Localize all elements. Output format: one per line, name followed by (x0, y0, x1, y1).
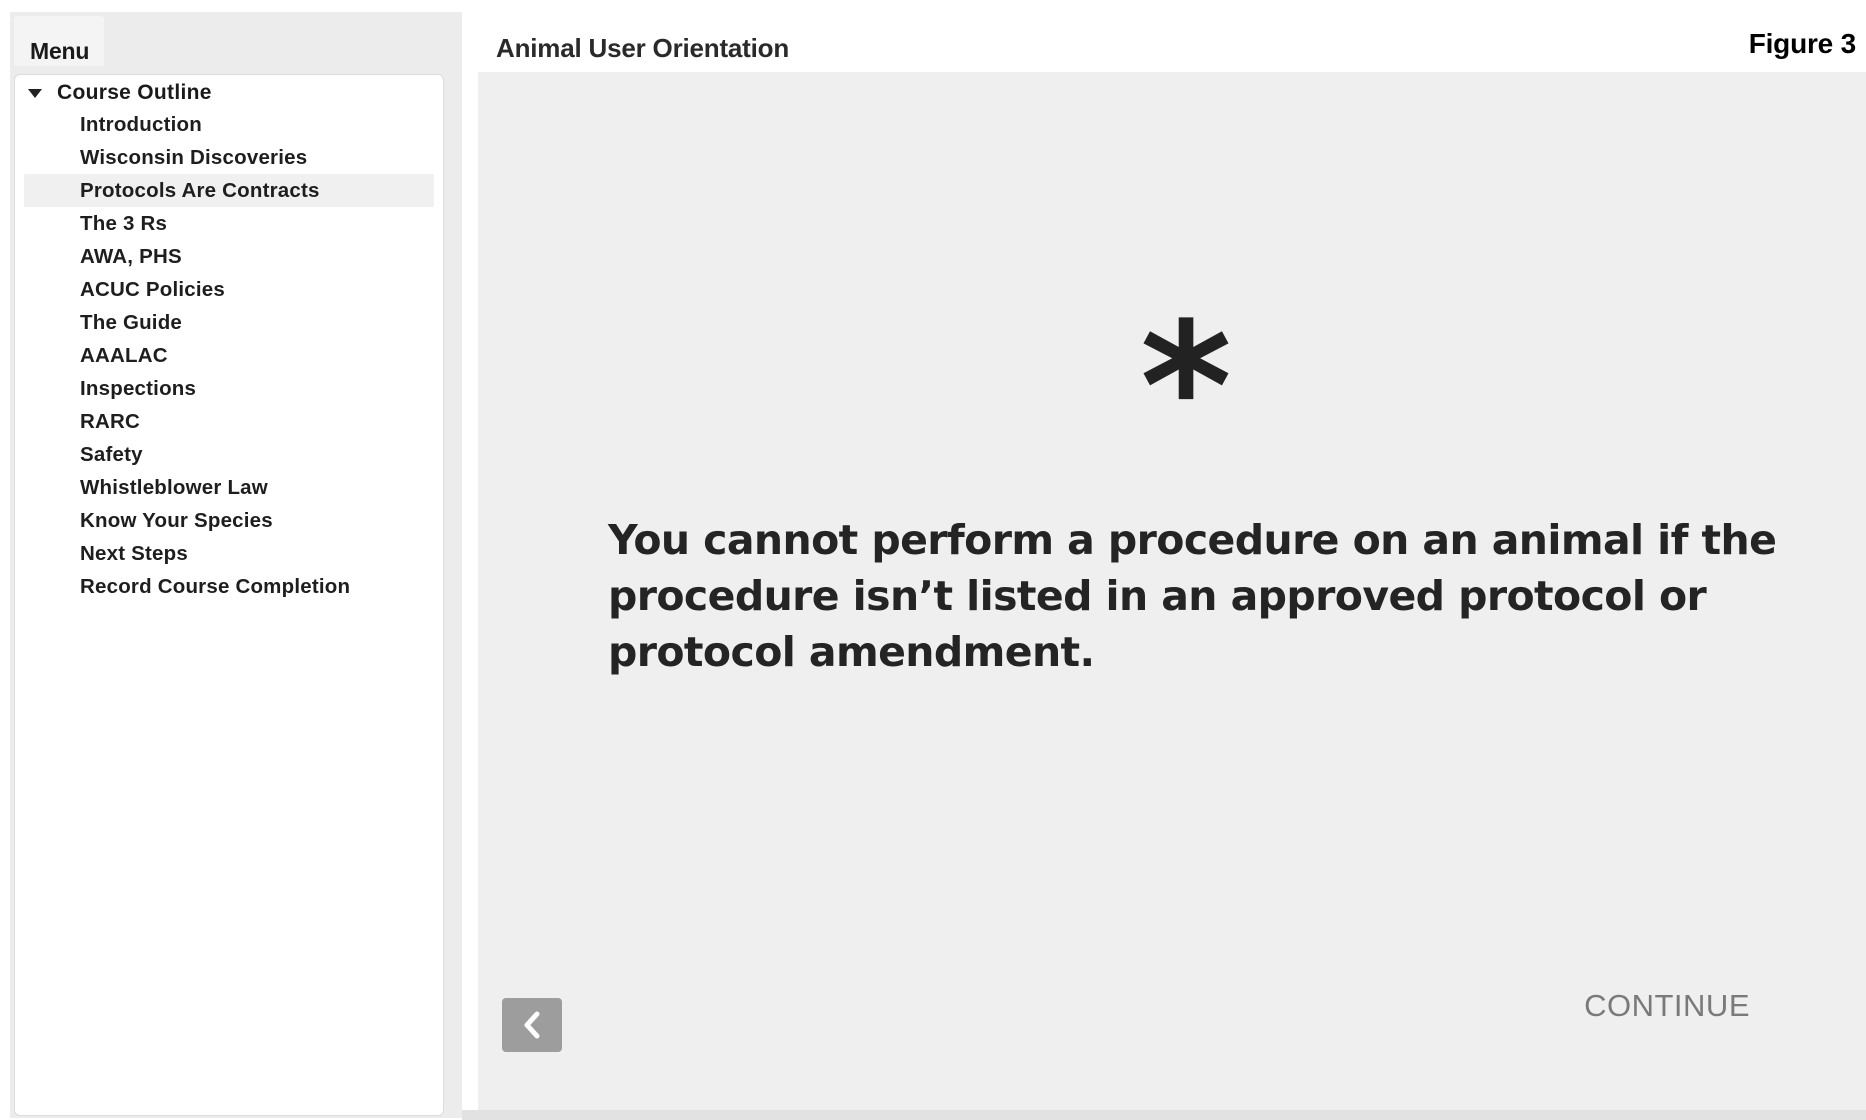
sidebar-item[interactable]: Next Steps (24, 537, 434, 570)
menu-tab-label: Menu (30, 38, 90, 64)
course-outline-toggle[interactable]: Course Outline (26, 78, 212, 108)
sidebar-item[interactable]: AAALAC (24, 339, 434, 372)
disclosure-triangle-icon[interactable] (28, 88, 42, 98)
figure-label: Figure 3 (1748, 28, 1857, 59)
sidebar-item[interactable]: The 3 Rs (24, 207, 434, 240)
course-title: Animal User Orientation (496, 33, 790, 63)
sidebar-item[interactable]: The Guide (24, 306, 434, 339)
course-outline-list: Introduction Wisconsin Discoveries Protoco… (24, 108, 434, 603)
sidebar-item[interactable]: Record Course Completion (24, 570, 434, 603)
sidebar-item[interactable]: RARC (24, 405, 434, 438)
sidebar-item[interactable]: Whistleblower Law (24, 471, 434, 504)
sidebar-item[interactable]: Know Your Species (24, 504, 434, 537)
slide-message: You cannot perform a procedure on an ani… (608, 516, 1777, 676)
back-button[interactable] (502, 998, 562, 1052)
sidebar-item[interactable]: Safety (24, 438, 434, 471)
continue-button[interactable]: CONTINUE (1584, 988, 1750, 1024)
sidebar-item[interactable]: ACUC Policies (24, 273, 434, 306)
sidebar-item[interactable]: Protocols Are Contracts (24, 174, 434, 207)
asterisk-symbol: * (1139, 285, 1233, 490)
sidebar-item[interactable]: AWA, PHS (24, 240, 434, 273)
sidebar-item[interactable]: Wisconsin Discoveries (24, 141, 434, 174)
course-outline-label: Course Outline (57, 81, 212, 104)
chevron-left-icon (524, 1011, 540, 1039)
slide-bottom-edge (462, 1110, 1866, 1120)
sidebar-item[interactable]: Inspections (24, 372, 434, 405)
sidebar-item[interactable]: Introduction (24, 108, 434, 141)
